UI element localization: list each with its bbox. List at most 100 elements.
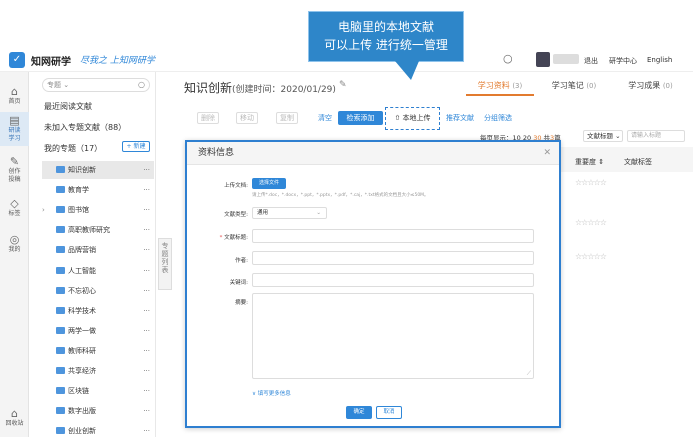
- doc-type-select[interactable]: 通用 ⌄: [252, 207, 327, 219]
- folder-item[interactable]: 人工智能 ···: [42, 262, 154, 280]
- folder-label: 数字出版: [68, 407, 96, 416]
- importance-column-header[interactable]: 重要度 ⇕: [575, 157, 604, 167]
- importance-stars[interactable]: ☆☆☆☆☆: [575, 252, 607, 261]
- author-label: 作者:: [235, 258, 248, 264]
- title-filter-input[interactable]: 请输入标题: [627, 130, 685, 142]
- unsorted-link[interactable]: 未加入专题文献（88）: [44, 122, 126, 133]
- more-icon[interactable]: ···: [143, 181, 150, 199]
- folder-item[interactable]: 高职教师研究 ···: [42, 221, 154, 239]
- avatar[interactable]: [536, 52, 550, 67]
- home-icon: ⌂: [11, 85, 18, 98]
- title-label: * 文献标题:: [219, 235, 248, 241]
- author-input[interactable]: [252, 251, 534, 265]
- nav-study[interactable]: ▤ 研读学习: [0, 112, 29, 146]
- folder-item[interactable]: 区块链 ···: [42, 382, 154, 400]
- more-icon[interactable]: ···: [143, 362, 150, 380]
- folder-item[interactable]: 品牌营销 ···: [42, 241, 154, 259]
- tab-results[interactable]: 学习成果 (0): [613, 78, 688, 96]
- folder-icon: [56, 306, 65, 314]
- folder-item[interactable]: 知识创新 ···: [42, 161, 154, 179]
- folder-label: 高职教师研究: [68, 226, 110, 235]
- recommend-button[interactable]: 推荐文献: [446, 112, 474, 124]
- folder-item[interactable]: 科学技术 ···: [42, 302, 154, 320]
- more-icon[interactable]: ···: [143, 342, 150, 360]
- folder-icon: [56, 166, 65, 173]
- more-icon[interactable]: ···: [143, 282, 150, 300]
- cancel-button[interactable]: 取消: [376, 406, 402, 419]
- language-link[interactable]: English: [647, 56, 672, 64]
- confirm-button[interactable]: 确定: [346, 406, 372, 419]
- my-topics-label[interactable]: 我的专题（17）: [44, 143, 102, 154]
- more-info-link[interactable]: ∨ 填写更多信息: [252, 389, 291, 397]
- search-icon[interactable]: ○: [138, 79, 145, 91]
- topic-list-toggle[interactable]: 专题列表: [158, 238, 172, 290]
- folder-label: 两学一做: [68, 326, 96, 335]
- folder-item[interactable]: 创业创新 ···: [42, 422, 154, 437]
- nav-tags[interactable]: ◇ 标签: [0, 198, 29, 218]
- folder-item[interactable]: 教师科研 ···: [42, 342, 154, 360]
- more-icon[interactable]: ···: [143, 402, 150, 420]
- abstract-textarea[interactable]: ⟋: [252, 293, 534, 379]
- username-placeholder[interactable]: [553, 54, 579, 64]
- importance-stars[interactable]: ☆☆☆☆☆: [575, 178, 607, 187]
- folder-icon: [56, 246, 65, 254]
- logout-link[interactable]: 退出: [584, 56, 598, 66]
- nav-create[interactable]: ✎ 创作投稿: [0, 156, 29, 184]
- title-input[interactable]: [252, 229, 534, 243]
- importance-stars[interactable]: ☆☆☆☆☆: [575, 218, 607, 227]
- more-icon[interactable]: ···: [143, 382, 150, 400]
- folder-label: 图书馆: [68, 206, 89, 215]
- folder-label: 人工智能: [68, 266, 96, 275]
- folder-item[interactable]: 数字出版 ···: [42, 402, 154, 420]
- folder-icon: [56, 226, 65, 234]
- folder-label: 教师科研: [68, 346, 96, 355]
- folder-item[interactable]: 两学一做 ···: [42, 322, 154, 340]
- more-icon[interactable]: ···: [143, 161, 150, 179]
- chevron-right-icon[interactable]: ›: [42, 201, 45, 219]
- close-icon[interactable]: ✕: [543, 142, 551, 165]
- copy-button[interactable]: 复制: [276, 112, 298, 124]
- upload-label: 上传文档:: [224, 183, 248, 189]
- book-icon: ▤: [9, 114, 20, 127]
- search-add-button[interactable]: 检索添加: [338, 111, 383, 125]
- choose-file-button[interactable]: 选择文件: [252, 178, 286, 189]
- folder-icon: [56, 367, 65, 374]
- folder-item[interactable]: 教育学 ···: [42, 181, 154, 199]
- nav-recycle[interactable]: ⌂ 回收站: [0, 408, 29, 428]
- more-icon[interactable]: ···: [143, 302, 150, 320]
- resize-handle-icon[interactable]: ⟋: [527, 370, 531, 378]
- group-filter-button[interactable]: 分组筛选: [484, 112, 512, 124]
- user-icon: ◎: [9, 233, 20, 246]
- nav-home[interactable]: ⌂ 首页: [0, 86, 29, 106]
- more-icon[interactable]: ···: [143, 322, 150, 340]
- edit-icon[interactable]: ✎: [339, 80, 347, 90]
- recent-reading-link[interactable]: 最近阅读文献: [44, 101, 92, 112]
- more-icon[interactable]: ···: [143, 201, 150, 219]
- clear-button[interactable]: 清空: [318, 112, 332, 124]
- tab-materials[interactable]: 学习资料 (3): [466, 78, 534, 96]
- more-icon[interactable]: ···: [143, 262, 150, 280]
- folder-item[interactable]: 共享经济 ···: [42, 362, 154, 380]
- nav-mine[interactable]: ◎ 我的: [0, 234, 29, 254]
- folder-item[interactable]: › 图书馆 ···: [42, 201, 154, 219]
- new-topic-button[interactable]: + 新建: [122, 141, 150, 152]
- more-icon[interactable]: ···: [143, 241, 150, 259]
- slogan: 尽我之 上知网研学: [80, 56, 155, 66]
- topic-search-input[interactable]: 专题 ⌄ ○: [42, 78, 150, 92]
- more-icon[interactable]: ···: [143, 422, 150, 437]
- local-upload-button[interactable]: ⇧ 本地上传: [385, 107, 440, 130]
- search-icon[interactable]: ○: [503, 52, 521, 68]
- more-icon[interactable]: ···: [143, 221, 150, 239]
- folder-icon: [56, 387, 65, 395]
- tab-notes[interactable]: 学习笔记 (0): [539, 78, 609, 96]
- delete-button[interactable]: 删除: [197, 112, 219, 124]
- move-button[interactable]: 移动: [236, 112, 258, 124]
- folder-item[interactable]: 不忘初心 ···: [42, 282, 154, 300]
- keyword-input[interactable]: [252, 273, 534, 287]
- folder-icon: [56, 186, 65, 194]
- study-center-link[interactable]: 研学中心: [609, 56, 637, 66]
- folder-icon: [56, 326, 65, 334]
- folder-label: 区块链: [68, 387, 89, 396]
- folder-label: 不忘初心: [68, 286, 96, 295]
- sort-field-select[interactable]: 文献标题 ⌄: [583, 130, 623, 142]
